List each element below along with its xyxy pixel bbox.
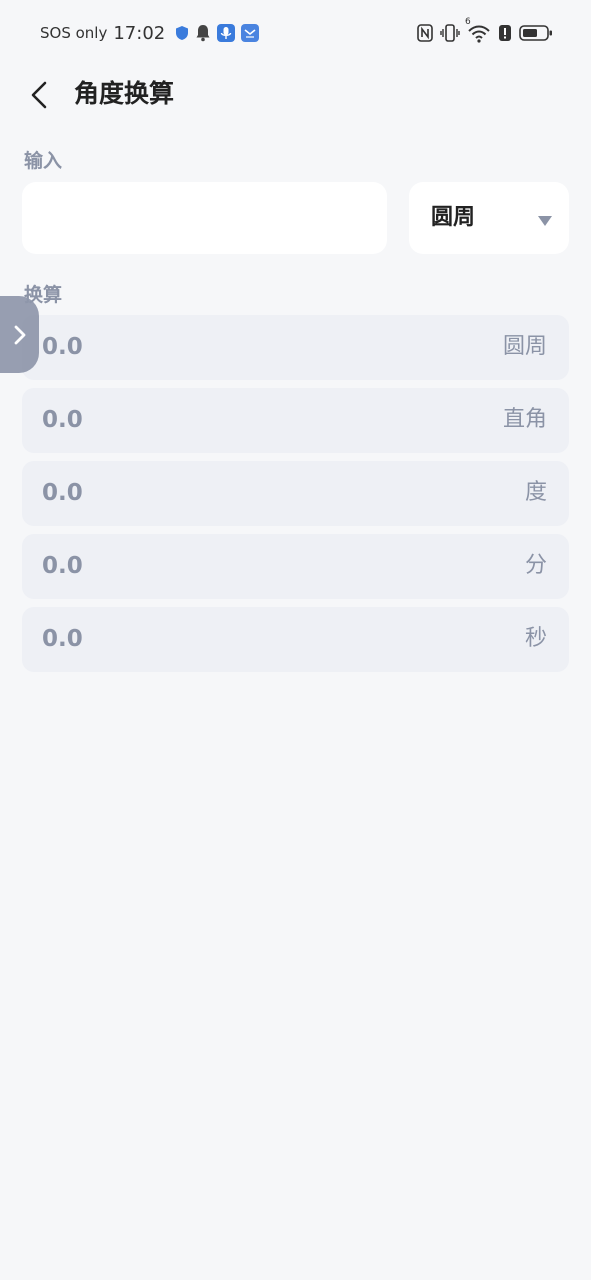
chevron-left-icon — [31, 81, 47, 109]
result-unit: 度 — [524, 480, 547, 505]
result-value: 0.0 — [42, 480, 83, 506]
result-unit: 直角 — [502, 407, 547, 432]
result-row-second[interactable]: 0.0 秒 — [22, 607, 569, 672]
status-bar-right: 6 — [417, 17, 553, 46]
clock-text: 17:02 — [113, 22, 166, 44]
result-row-circle[interactable]: 0.0 圆周 — [22, 315, 569, 380]
conversion-results: 0.0 圆周 0.0 直角 0.0 度 0.0 分 0.0 秒 — [22, 315, 569, 680]
vibrate-icon — [440, 24, 460, 42]
result-unit: 圆周 — [502, 334, 547, 359]
result-unit: 秒 — [524, 626, 547, 651]
mail-app-icon — [241, 24, 260, 42]
bell-icon — [195, 24, 211, 42]
carrier-text: SOS only — [40, 24, 108, 42]
result-value: 0.0 — [42, 553, 83, 579]
alert-icon — [498, 24, 512, 42]
back-button[interactable] — [22, 78, 56, 112]
value-input[interactable] — [22, 182, 387, 254]
nfc-icon — [417, 24, 433, 42]
input-section-label: 输入 — [24, 150, 63, 172]
unit-dropdown[interactable]: 圆周 — [409, 182, 569, 254]
page-title: 角度换算 — [74, 79, 175, 108]
mic-app-icon — [217, 24, 236, 42]
app-header: 角度换算 — [0, 70, 591, 120]
result-value: 0.0 — [42, 626, 83, 652]
result-unit: 分 — [524, 553, 547, 578]
triangle-down-icon — [537, 212, 553, 231]
result-row-right-angle[interactable]: 0.0 直角 — [22, 388, 569, 453]
unit-dropdown-selected: 圆周 — [431, 205, 476, 230]
status-bar: SOS only 17:02 6 — [0, 0, 591, 66]
status-bar-left: SOS only 17:02 — [40, 20, 260, 46]
chevron-right-icon — [14, 325, 25, 344]
side-drawer-tab[interactable] — [0, 296, 39, 373]
shield-icon — [175, 25, 189, 41]
result-value: 0.0 — [42, 407, 83, 433]
result-row-degree[interactable]: 0.0 度 — [22, 461, 569, 526]
wifi-label: 6 — [465, 17, 471, 27]
wifi-icon: 6 — [465, 17, 491, 43]
result-row-minute[interactable]: 0.0 分 — [22, 534, 569, 599]
result-value: 0.0 — [42, 334, 83, 360]
battery-icon — [519, 24, 553, 42]
